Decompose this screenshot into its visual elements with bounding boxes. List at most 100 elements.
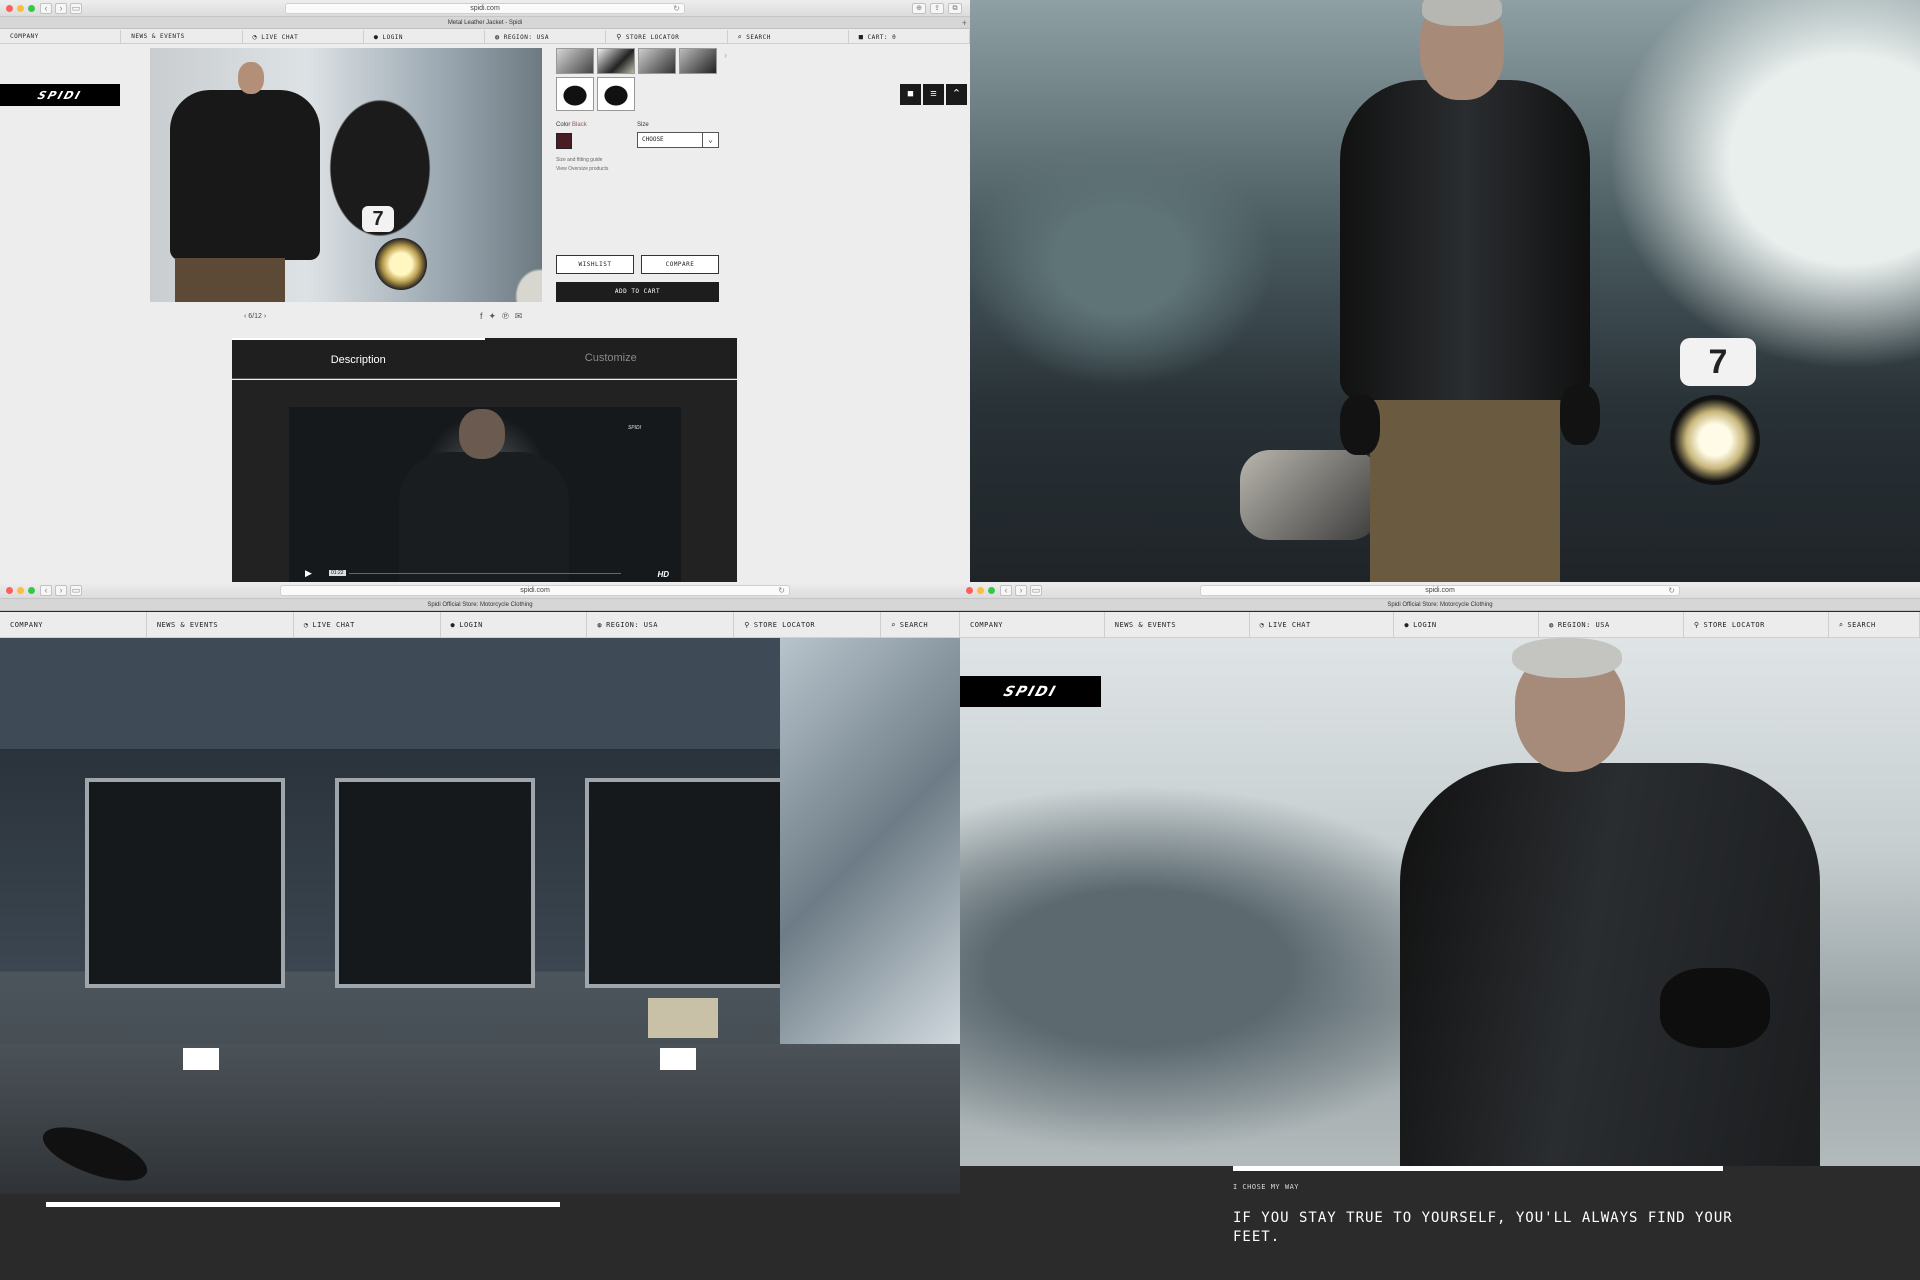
address-bar[interactable]: spidi.com ↻ <box>280 585 790 596</box>
menu-login[interactable]: ● LOGIN <box>364 30 485 43</box>
menu-region[interactable]: ◍ REGION: USA <box>1539 612 1684 637</box>
tab-title[interactable]: Spidi Official Store: Motorcycle Clothin… <box>427 602 532 608</box>
chat-icon: ◔ <box>1259 621 1265 629</box>
menu-news-events[interactable]: NEWS & EVENTS <box>121 30 243 43</box>
menu-live-chat-label: LIVE CHAT <box>312 621 355 629</box>
minimize-window-button[interactable] <box>17 5 24 12</box>
menu-login[interactable]: ● LOGIN <box>1394 612 1540 637</box>
brand-logo[interactable]: SPIDI <box>0 84 120 106</box>
back-button[interactable]: ‹ <box>40 585 52 596</box>
menu-live-chat[interactable]: ◔ LIVE CHAT <box>243 30 364 43</box>
forward-button[interactable]: › <box>55 585 67 596</box>
menu-live-chat[interactable]: ◔ LIVE CHAT <box>1250 612 1395 637</box>
tabs-overview-icon[interactable]: ⧉ <box>948 3 962 14</box>
reload-icon[interactable]: ↻ <box>1668 586 1675 595</box>
minimize-window-button[interactable] <box>17 587 24 594</box>
menu-cart[interactable]: ■ CART: 0 <box>849 30 970 43</box>
twitter-icon[interactable]: ✦ <box>489 311 497 322</box>
sidebar-toggle-icon[interactable]: ▭ <box>70 3 82 14</box>
thumbnails-next-icon[interactable]: › <box>724 50 727 60</box>
facebook-icon[interactable]: f <box>480 311 483 322</box>
menu-news-events[interactable]: NEWS & EVENTS <box>147 612 294 637</box>
sidebar-toggle-icon[interactable]: ▭ <box>1030 585 1042 596</box>
menu-store-locator[interactable]: ⚲ STORE LOCATOR <box>1684 612 1829 637</box>
reload-icon[interactable]: ↻ <box>778 586 785 595</box>
maximize-window-button[interactable] <box>28 587 35 594</box>
history-nav: ‹ › ▭ <box>40 3 82 14</box>
minimize-window-button[interactable] <box>977 587 984 594</box>
forward-button[interactable]: › <box>1015 585 1027 596</box>
campaign-image <box>960 638 1920 1166</box>
menu-login-label: LOGIN <box>1413 621 1437 629</box>
rider-head <box>238 62 264 94</box>
menu-store-locator[interactable]: ⚲ STORE LOCATOR <box>734 612 882 637</box>
email-icon[interactable]: ✉ <box>515 311 523 322</box>
history-nav: ‹ › ▭ <box>40 585 82 596</box>
address-bar[interactable]: spidi.com ↻ <box>285 3 685 14</box>
forward-button[interactable]: › <box>55 3 67 14</box>
pager-prev-icon[interactable]: ‹ <box>244 313 246 320</box>
logo-text: SPIDI <box>1001 683 1060 700</box>
share-icon[interactable]: ⇪ <box>930 3 944 14</box>
tab-title[interactable]: Metal Leather Jacket - Spidi <box>448 20 522 26</box>
reload-icon[interactable]: ↻ <box>673 4 680 13</box>
size-guide-link[interactable]: Size and fitting guide <box>556 157 602 163</box>
video-scrubber[interactable] <box>349 573 621 574</box>
thumbnail-3[interactable] <box>638 48 676 74</box>
tab-customize[interactable]: Customize <box>485 338 738 378</box>
thumbnail-1[interactable] <box>556 48 594 74</box>
play-icon[interactable]: ▶ <box>305 568 312 579</box>
pinterest-icon[interactable]: ℗ <box>502 311 509 322</box>
menu-region-label: REGION: USA <box>606 621 658 629</box>
menu-search[interactable]: ⌕ SEARCH <box>728 30 849 43</box>
address-bar[interactable]: spidi.com ↻ <box>1200 585 1680 596</box>
building-image <box>0 638 960 1194</box>
tab-title[interactable]: Spidi Official Store: Motorcycle Clothin… <box>1387 602 1492 608</box>
download-icon[interactable]: ⊕ <box>912 3 926 14</box>
scroll-top-icon[interactable]: ⌃ <box>946 84 967 105</box>
hd-badge[interactable]: HD <box>657 570 669 579</box>
hamburger-menu-icon[interactable]: ≡ <box>923 84 944 105</box>
add-to-cart-button[interactable]: ADD TO CART <box>556 282 719 302</box>
close-window-button[interactable] <box>6 5 13 12</box>
thumbnail-4[interactable] <box>679 48 717 74</box>
menu-company-label: COMPANY <box>10 621 44 629</box>
menu-store-locator[interactable]: ⚲ STORE LOCATOR <box>606 30 728 43</box>
close-window-button[interactable] <box>966 587 973 594</box>
tab-description[interactable]: Description <box>232 338 485 378</box>
thumbnail-6[interactable] <box>597 77 635 111</box>
pager-next-icon[interactable]: › <box>264 313 266 320</box>
model-hair <box>1422 0 1502 26</box>
new-tab-icon[interactable]: + <box>962 17 967 29</box>
back-button[interactable]: ‹ <box>40 3 52 14</box>
menu-search[interactable]: ⌕ SEARCH <box>1829 612 1920 637</box>
menu-region[interactable]: ◍ REGION: USA <box>485 30 607 43</box>
back-button[interactable]: ‹ <box>1000 585 1012 596</box>
menu-store-locator-label: STORE LOCATOR <box>753 621 816 629</box>
menu-news-events[interactable]: NEWS & EVENTS <box>1105 612 1250 637</box>
menu-company[interactable]: COMPANY <box>0 30 122 43</box>
oversize-link[interactable]: View Oversize products <box>556 166 608 172</box>
sidebar-toggle-icon[interactable]: ▭ <box>70 585 82 596</box>
maximize-window-button[interactable] <box>988 587 995 594</box>
product-main-image[interactable]: 7 <box>150 48 542 302</box>
loading-dock-1 <box>85 778 285 988</box>
color-swatch[interactable] <box>556 133 572 149</box>
thumbnail-5[interactable] <box>556 77 594 111</box>
size-select[interactable]: CHOOSE ⌄ <box>637 132 719 148</box>
description-panel: SPIDI ▶ 01:22 HD <box>232 380 737 582</box>
wishlist-button[interactable]: WISHLIST <box>556 255 634 274</box>
menu-search[interactable]: ⌕ SEARCH <box>881 612 960 637</box>
menu-company[interactable]: COMPANY <box>960 612 1105 637</box>
menu-region[interactable]: ◍ REGION: USA <box>587 612 735 637</box>
maximize-window-button[interactable] <box>28 5 35 12</box>
product-video-player[interactable]: SPIDI ▶ 01:22 HD <box>289 407 681 582</box>
close-window-button[interactable] <box>6 587 13 594</box>
brand-logo[interactable]: SPIDI <box>960 676 1101 707</box>
thumbnail-2[interactable] <box>597 48 635 74</box>
cart-bag-icon[interactable]: ■ <box>900 84 921 105</box>
menu-live-chat[interactable]: ◔ LIVE CHAT <box>294 612 441 637</box>
menu-company[interactable]: COMPANY <box>0 612 147 637</box>
menu-login[interactable]: ● LOGIN <box>441 612 588 637</box>
compare-button[interactable]: COMPARE <box>641 255 719 274</box>
